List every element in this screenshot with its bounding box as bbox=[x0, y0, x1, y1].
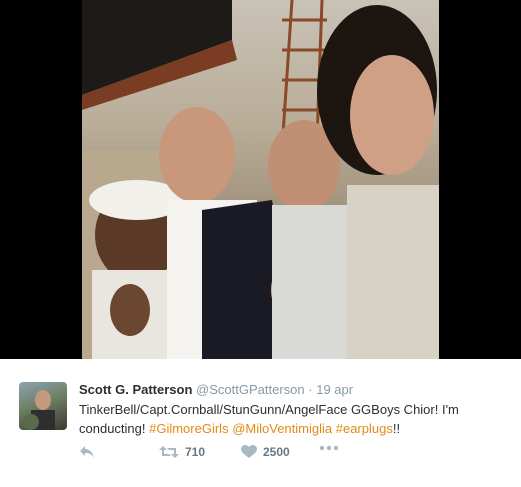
tweet-actions: 710 2500 bbox=[79, 445, 379, 465]
author-name[interactable]: Scott G. Patterson bbox=[79, 382, 192, 397]
media-backdrop bbox=[0, 0, 521, 359]
tweet-text-end: !! bbox=[392, 421, 401, 436]
heart-icon bbox=[241, 445, 257, 458]
photo-illustration bbox=[82, 0, 439, 359]
reply-icon bbox=[80, 446, 94, 458]
separator: · bbox=[308, 382, 313, 397]
like-count: 2500 bbox=[263, 445, 290, 459]
reply-button[interactable] bbox=[79, 445, 95, 459]
like-button[interactable]: 2500 bbox=[241, 445, 290, 459]
retweet-count: 710 bbox=[185, 445, 206, 459]
timestamp[interactable]: 19 apr bbox=[316, 382, 353, 397]
tweet-photo[interactable] bbox=[82, 0, 439, 359]
author-handle[interactable]: @ScottGPatterson bbox=[196, 382, 305, 397]
retweet-icon bbox=[159, 446, 179, 458]
tweet-header: Scott G. Patterson @ScottGPatterson · 19… bbox=[79, 381, 353, 398]
more-button[interactable] bbox=[319, 445, 339, 451]
avatar-image bbox=[23, 390, 55, 430]
hashtag-link[interactable]: #earplugs bbox=[336, 421, 393, 436]
mention-link[interactable]: @MiloVentimiglia bbox=[232, 421, 332, 436]
retweet-button[interactable]: 710 bbox=[159, 445, 205, 459]
more-icon bbox=[319, 445, 339, 451]
author-avatar[interactable] bbox=[19, 382, 67, 430]
hashtag-link[interactable]: #GilmoreGirls bbox=[149, 421, 228, 436]
tweet-text: TinkerBell/Capt.Cornball/StunGunn/AngelF… bbox=[79, 400, 499, 438]
